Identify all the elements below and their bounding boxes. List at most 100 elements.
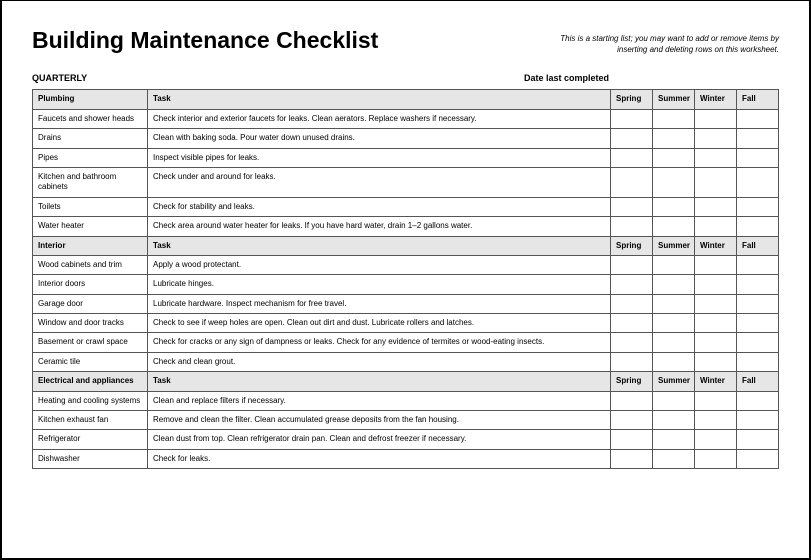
spring-cell[interactable] [611,197,653,216]
fall-cell[interactable] [737,129,779,148]
task-cell: Lubricate hardware. Inspect mechanism fo… [148,294,611,313]
winter-cell[interactable] [695,449,737,468]
winter-cell[interactable] [695,148,737,167]
spring-header: Spring [611,236,653,255]
fall-cell[interactable] [737,411,779,430]
task-cell: Check for stability and leaks. [148,197,611,216]
summer-cell[interactable] [653,430,695,449]
summer-cell[interactable] [653,255,695,274]
spring-cell[interactable] [611,294,653,313]
fall-cell[interactable] [737,294,779,313]
fall-cell[interactable] [737,148,779,167]
summer-cell[interactable] [653,391,695,410]
summer-cell[interactable] [653,314,695,333]
summer-cell[interactable] [653,197,695,216]
spring-cell[interactable] [611,217,653,236]
winter-cell[interactable] [695,109,737,128]
spring-cell[interactable] [611,129,653,148]
spring-cell[interactable] [611,167,653,197]
item-cell: Kitchen and bathroom cabinets [33,167,148,197]
fall-cell[interactable] [737,449,779,468]
winter-cell[interactable] [695,314,737,333]
winter-header: Winter [695,372,737,391]
table-row: Garage doorLubricate hardware. Inspect m… [33,294,779,313]
winter-cell[interactable] [695,217,737,236]
spring-cell[interactable] [611,314,653,333]
spring-cell[interactable] [611,430,653,449]
winter-cell[interactable] [695,430,737,449]
spring-cell[interactable] [611,275,653,294]
summer-cell[interactable] [653,411,695,430]
summer-cell[interactable] [653,129,695,148]
summer-cell[interactable] [653,217,695,236]
winter-cell[interactable] [695,167,737,197]
fall-header: Fall [737,372,779,391]
task-cell: Check and clean grout. [148,352,611,371]
checklist-table: PlumbingTaskSpringSummerWinterFallFaucet… [32,89,779,469]
table-row: DrainsClean with baking soda. Pour water… [33,129,779,148]
winter-cell[interactable] [695,352,737,371]
fall-cell[interactable] [737,255,779,274]
spring-header: Spring [611,90,653,109]
hint-text: This is a starting list; you may want to… [529,27,779,55]
spring-cell[interactable] [611,333,653,352]
task-cell: Inspect visible pipes for leaks. [148,148,611,167]
summer-cell[interactable] [653,275,695,294]
winter-cell[interactable] [695,411,737,430]
item-cell: Garage door [33,294,148,313]
winter-cell[interactable] [695,197,737,216]
summer-cell[interactable] [653,148,695,167]
table-row: Kitchen exhaust fanRemove and clean the … [33,411,779,430]
task-header: Task [148,372,611,391]
summer-cell[interactable] [653,352,695,371]
fall-cell[interactable] [737,217,779,236]
item-cell: Drains [33,129,148,148]
item-cell: Faucets and shower heads [33,109,148,128]
winter-header: Winter [695,236,737,255]
fall-cell[interactable] [737,333,779,352]
summer-header: Summer [653,90,695,109]
table-row: RefrigeratorClean dust from top. Clean r… [33,430,779,449]
fall-cell[interactable] [737,167,779,197]
fall-cell[interactable] [737,314,779,333]
table-row: Basement or crawl spaceCheck for cracks … [33,333,779,352]
table-row: DishwasherCheck for leaks. [33,449,779,468]
summer-cell[interactable] [653,333,695,352]
table-row: PipesInspect visible pipes for leaks. [33,148,779,167]
fall-cell[interactable] [737,275,779,294]
task-cell: Check for cracks or any sign of dampness… [148,333,611,352]
spring-cell[interactable] [611,411,653,430]
task-cell: Check under and around for leaks. [148,167,611,197]
table-row: Water heaterCheck area around water heat… [33,217,779,236]
winter-cell[interactable] [695,391,737,410]
fall-cell[interactable] [737,109,779,128]
summer-cell[interactable] [653,449,695,468]
spring-cell[interactable] [611,109,653,128]
summer-cell[interactable] [653,294,695,313]
header: Building Maintenance Checklist This is a… [32,27,779,55]
spring-cell[interactable] [611,391,653,410]
winter-cell[interactable] [695,255,737,274]
category-header: Interior [33,236,148,255]
item-cell: Refrigerator [33,430,148,449]
task-cell: Lubricate hinges. [148,275,611,294]
task-cell: Check to see if weep holes are open. Cle… [148,314,611,333]
fall-cell[interactable] [737,391,779,410]
summer-cell[interactable] [653,167,695,197]
spring-cell[interactable] [611,449,653,468]
fall-cell[interactable] [737,352,779,371]
item-cell: Basement or crawl space [33,333,148,352]
item-cell: Kitchen exhaust fan [33,411,148,430]
fall-cell[interactable] [737,430,779,449]
winter-cell[interactable] [695,333,737,352]
spring-cell[interactable] [611,255,653,274]
meta-row: QUARTERLY Date last completed [32,73,779,83]
spring-cell[interactable] [611,148,653,167]
winter-cell[interactable] [695,294,737,313]
summer-cell[interactable] [653,109,695,128]
item-cell: Wood cabinets and trim [33,255,148,274]
winter-cell[interactable] [695,129,737,148]
winter-cell[interactable] [695,275,737,294]
spring-cell[interactable] [611,352,653,371]
fall-cell[interactable] [737,197,779,216]
